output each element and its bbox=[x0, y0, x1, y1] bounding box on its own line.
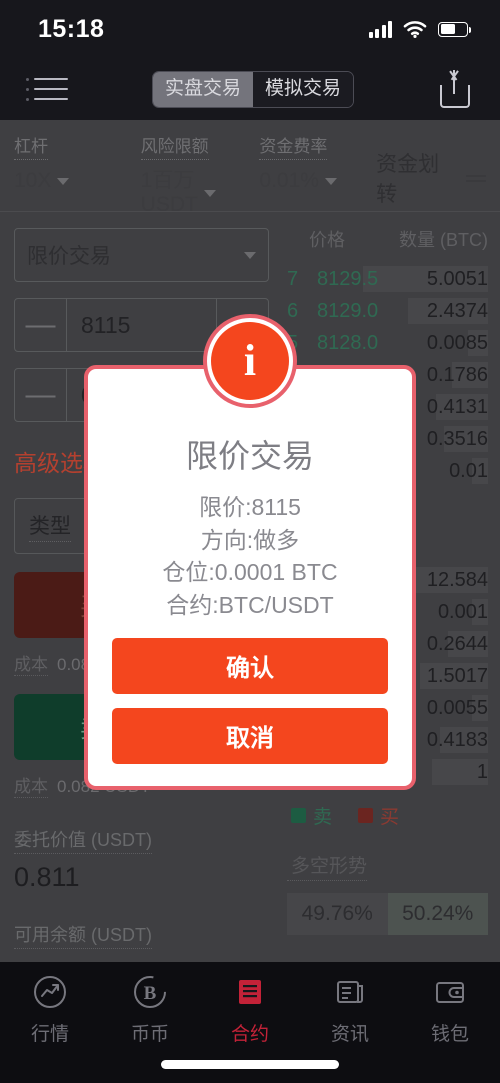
dialog-detail-line: 限价:8115 bbox=[199, 494, 301, 520]
dialog-title: 限价交易 bbox=[185, 438, 314, 474]
status-time: 15:18 bbox=[38, 14, 105, 43]
tab-demo-trading[interactable]: 模拟交易 bbox=[253, 71, 354, 107]
confirm-order-dialog: i 限价交易 限价:8115 方向:做多仓位:0.0001 BTC 合约:BTC/U… bbox=[84, 318, 416, 790]
bitcoin-exchange-icon: B bbox=[132, 974, 168, 1010]
top-bar: 实盘交易 模拟交易 bbox=[0, 58, 500, 120]
list-menu-icon[interactable] bbox=[26, 74, 68, 104]
nav-label-contract: 合约 bbox=[230, 1024, 269, 1045]
app-root: 15:18 实盘交易 模拟交易 杠杆 10X 风险限额 1百万 USDT 资金费… bbox=[0, 0, 500, 1083]
battery-icon bbox=[438, 21, 472, 37]
trade-mode-segmented-control[interactable]: 实盘交易 模拟交易 bbox=[151, 70, 355, 108]
signal-bars-icon bbox=[368, 20, 392, 38]
nav-label-wallet: 钱包 bbox=[430, 1024, 469, 1045]
nav-label-spot: 币币 bbox=[130, 1024, 169, 1045]
market-trend-icon bbox=[32, 974, 68, 1010]
dialog-detail-line: 仓位:0.0001 BTC bbox=[162, 559, 338, 586]
info-icon: i bbox=[207, 318, 293, 404]
share-icon[interactable] bbox=[438, 70, 472, 108]
dialog-actions: 确认 取消 bbox=[112, 637, 388, 764]
nav-item-wallet[interactable]: 钱包 bbox=[400, 974, 500, 1083]
wallet-icon bbox=[432, 974, 468, 1010]
wifi-icon bbox=[403, 21, 427, 38]
nav-item-market[interactable]: 行情 bbox=[0, 974, 100, 1083]
dialog-detail-line: 合约:BTC/USDT bbox=[166, 591, 334, 618]
confirm-button[interactable]: 确认 bbox=[112, 637, 388, 694]
cancel-button[interactable]: 取消 bbox=[112, 707, 388, 764]
svg-text:B: B bbox=[144, 983, 157, 1004]
status-indicators bbox=[368, 20, 472, 38]
info-icon-glyph: i bbox=[243, 336, 257, 385]
nav-label-news: 资讯 bbox=[330, 1024, 369, 1045]
news-icon bbox=[332, 974, 368, 1010]
nav-label-market: 行情 bbox=[30, 1024, 69, 1045]
dialog-detail-line: 方向:做多 bbox=[200, 526, 300, 553]
home-indicator bbox=[161, 1060, 339, 1069]
dialog-details: 限价:8115 方向:做多仓位:0.0001 BTC 合约:BTC/USDT bbox=[112, 491, 388, 622]
tab-live-trading[interactable]: 实盘交易 bbox=[152, 71, 253, 107]
status-bar: 15:18 bbox=[0, 0, 500, 58]
contract-list-icon bbox=[232, 974, 268, 1010]
